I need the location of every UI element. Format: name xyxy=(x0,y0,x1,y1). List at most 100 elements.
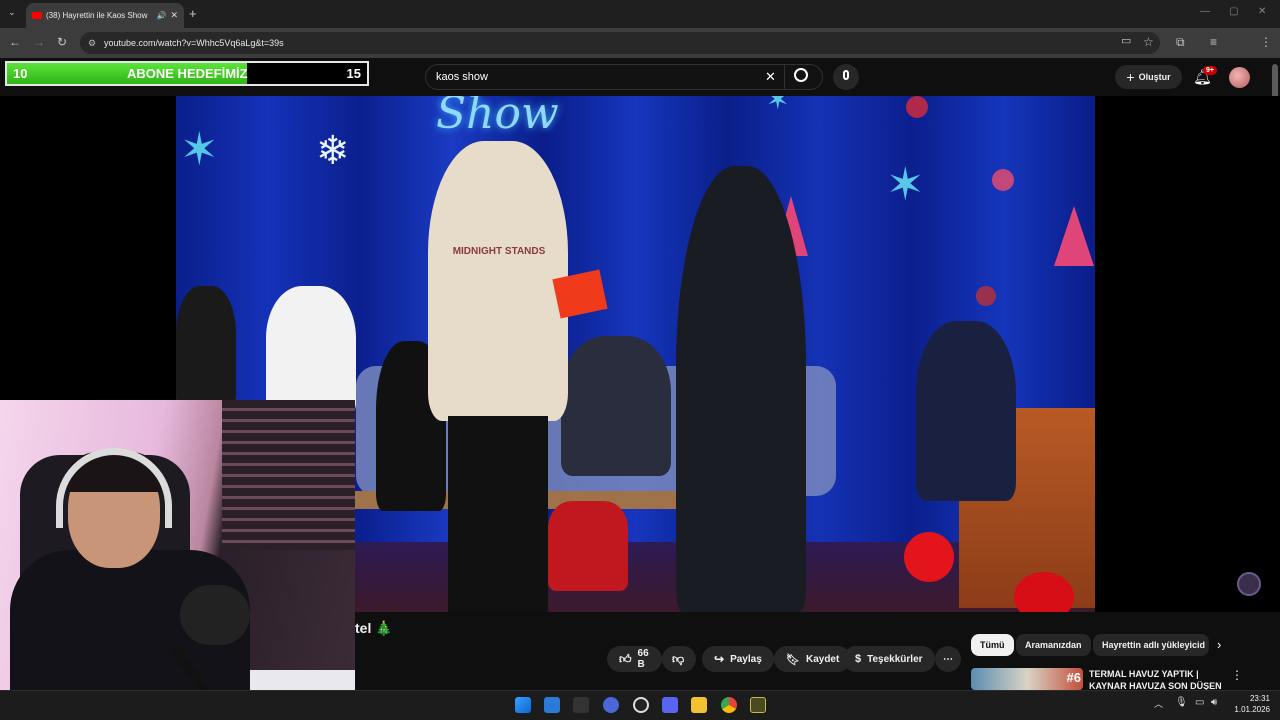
browser-tab[interactable]: (38) Hayrettin ile Kaos Show 🔊 ✕ xyxy=(26,3,184,28)
ornament xyxy=(976,286,996,306)
back-arrow-icon[interactable]: ← xyxy=(9,36,21,48)
chip-all[interactable]: Tümü xyxy=(971,634,1014,656)
tray-chevron-icon[interactable]: ︿ xyxy=(1154,697,1163,710)
guest-headscarf xyxy=(561,336,671,476)
tray-volume-icon[interactable]: 🔊︎ xyxy=(1211,697,1217,708)
share-label: Paylaş xyxy=(730,653,762,665)
plus-icon: + xyxy=(1126,69,1135,85)
tray-network-icon[interactable]: ▭ xyxy=(1195,697,1204,708)
recommended-title-line1: TERMAL HAVUZ YAPTIK | xyxy=(1089,669,1199,679)
app-icon[interactable] xyxy=(750,697,766,713)
sweater-print: MIDNIGHT STANDS xyxy=(452,246,546,257)
recommended-video[interactable]: #6 TERMAL HAVUZ YAPTIK | KAYNAR HAVUZA S… xyxy=(971,668,1271,690)
guest-young xyxy=(916,321,1016,501)
search-input[interactable]: kaos show xyxy=(436,65,488,89)
podcast-microphone xyxy=(180,585,250,645)
create-label: Oluştur xyxy=(1138,72,1171,82)
star-decoration: ✶ xyxy=(766,96,790,115)
tray-mic-icon[interactable]: 🎙︎ xyxy=(1175,697,1188,708)
chip-from-search[interactable]: Aramanızdan xyxy=(1016,634,1091,656)
neon-sign: Show xyxy=(436,96,559,139)
address-bar[interactable]: ⚙ youtube.com/watch?v=Whhc5Vq6aLg&t=39s xyxy=(80,32,1160,54)
thanks-button[interactable]: $ Teşekkürler xyxy=(843,646,935,672)
gift-box xyxy=(552,269,608,319)
create-button[interactable]: + Oluştur xyxy=(1115,65,1182,89)
voice-search-button[interactable] xyxy=(833,64,859,90)
subscriber-goal-overlay: 10 ABONE HEDEFİMİZ 15 xyxy=(5,61,369,86)
browser-tab-bar: ⌄ (38) Hayrettin ile Kaos Show 🔊 ✕ + — ▢… xyxy=(0,0,1280,28)
like-button[interactable]: 👍︎ 66 B xyxy=(607,646,662,672)
save-label: Kaydet xyxy=(805,653,840,665)
bookmark-icon: 🔖︎ xyxy=(786,653,800,666)
media-control-icon[interactable]: ≡ xyxy=(1210,36,1217,48)
file-explorer-icon[interactable] xyxy=(691,697,707,713)
system-clock[interactable]: 23:31 1.01.2026 xyxy=(1226,693,1270,715)
recommended-menu-icon[interactable]: ⋮ xyxy=(1231,668,1243,682)
audio-playing-icon[interactable]: 🔊 xyxy=(156,11,166,20)
goal-label: ABONE HEDEFİMİZ xyxy=(127,66,248,81)
window-blinds xyxy=(222,400,355,550)
clock-date: 1.01.2026 xyxy=(1234,705,1270,714)
discord-icon[interactable] xyxy=(662,697,678,713)
tab-list-icon[interactable]: ⌄ xyxy=(8,8,16,17)
microphone-icon xyxy=(843,70,849,80)
reload-icon[interactable]: ↻ xyxy=(57,36,67,48)
extensions-icon[interactable]: ⧉ xyxy=(1176,36,1185,48)
recommended-title[interactable]: TERMAL HAVUZ YAPTIK | KAYNAR HAVUZA SON … xyxy=(1089,668,1229,690)
chip-uploader[interactable]: Hayrettin adlı yükleyicid xyxy=(1093,634,1209,656)
youtube-favicon-icon xyxy=(32,12,42,19)
star-decoration: ✶ xyxy=(180,123,219,175)
goal-target: 15 xyxy=(346,66,361,81)
chrome-icon[interactable] xyxy=(721,697,737,713)
more-actions-button[interactable]: ⋯ xyxy=(935,646,961,672)
like-count: 66 B xyxy=(637,648,649,670)
cast-icon[interactable]: ▭ xyxy=(1121,36,1131,47)
search-icon[interactable] xyxy=(794,68,808,82)
dislike-button[interactable]: 👎︎ xyxy=(662,646,696,672)
ornament xyxy=(906,96,928,118)
search-divider xyxy=(784,65,785,89)
close-window-icon[interactable]: ✕ xyxy=(1258,7,1266,17)
ornament xyxy=(992,169,1014,191)
start-icon[interactable] xyxy=(515,697,531,713)
boy-sweater xyxy=(428,141,568,421)
media-app-icon[interactable] xyxy=(573,697,589,713)
boy-trousers xyxy=(448,416,548,612)
tab-title: (38) Hayrettin ile Kaos Show xyxy=(46,11,148,20)
obs-icon[interactable] xyxy=(633,697,649,713)
video-title: tel 🎄 xyxy=(355,620,393,636)
browser-toolbar: ← → ↻ ⚙ youtube.com/watch?v=Whhc5Vq6aLg&… xyxy=(0,28,1280,77)
clock-time: 23:31 xyxy=(1249,694,1270,703)
thumbs-up-icon: 👍︎ xyxy=(619,651,632,666)
save-button[interactable]: 🔖︎ Kaydet xyxy=(774,646,852,672)
site-info-icon[interactable]: ⚙ xyxy=(88,32,96,54)
search-box[interactable]: kaos show ✕ xyxy=(425,64,823,90)
snowflake-decoration: ❄ xyxy=(316,129,350,173)
minimize-window-icon[interactable]: — xyxy=(1200,7,1210,17)
share-icon: ↪ xyxy=(714,652,725,666)
webcam-overlay xyxy=(0,400,355,720)
bookmark-star-icon[interactable]: ☆ xyxy=(1143,36,1154,48)
restore-window-icon[interactable]: ▢ xyxy=(1229,7,1238,17)
url-text: youtube.com/watch?v=Whhc5Vq6aLg&t=39s xyxy=(104,38,284,48)
mail-icon[interactable] xyxy=(544,697,560,713)
vpn-icon[interactable] xyxy=(603,697,619,713)
more-icon: ⋯ xyxy=(943,653,953,665)
star-decoration: ✶ xyxy=(886,158,925,210)
account-avatar[interactable] xyxy=(1229,67,1250,88)
recommended-thumbnail[interactable]: #6 xyxy=(971,668,1083,690)
clear-search-icon[interactable]: ✕ xyxy=(765,69,776,85)
guest-white-shirt xyxy=(266,286,356,416)
thumbnail-badge: #6 xyxy=(1066,670,1081,685)
super-thanks-icon: $ xyxy=(855,653,862,665)
chips-next-icon[interactable]: › xyxy=(1217,637,1221,652)
host-suit xyxy=(676,166,806,612)
forward-arrow-icon[interactable]: → xyxy=(33,36,45,48)
share-button[interactable]: ↪ Paylaş xyxy=(702,646,774,672)
recommended-title-line2: KAYNAR HAVUZA SON DÜŞEN xyxy=(1089,681,1222,690)
chrome-menu-icon[interactable]: ⋮ xyxy=(1260,36,1272,48)
channel-watermark-icon[interactable] xyxy=(1237,572,1261,596)
new-tab-button[interactable]: + xyxy=(189,7,197,20)
red-balloon xyxy=(904,532,954,582)
close-tab-icon[interactable]: ✕ xyxy=(170,10,178,21)
